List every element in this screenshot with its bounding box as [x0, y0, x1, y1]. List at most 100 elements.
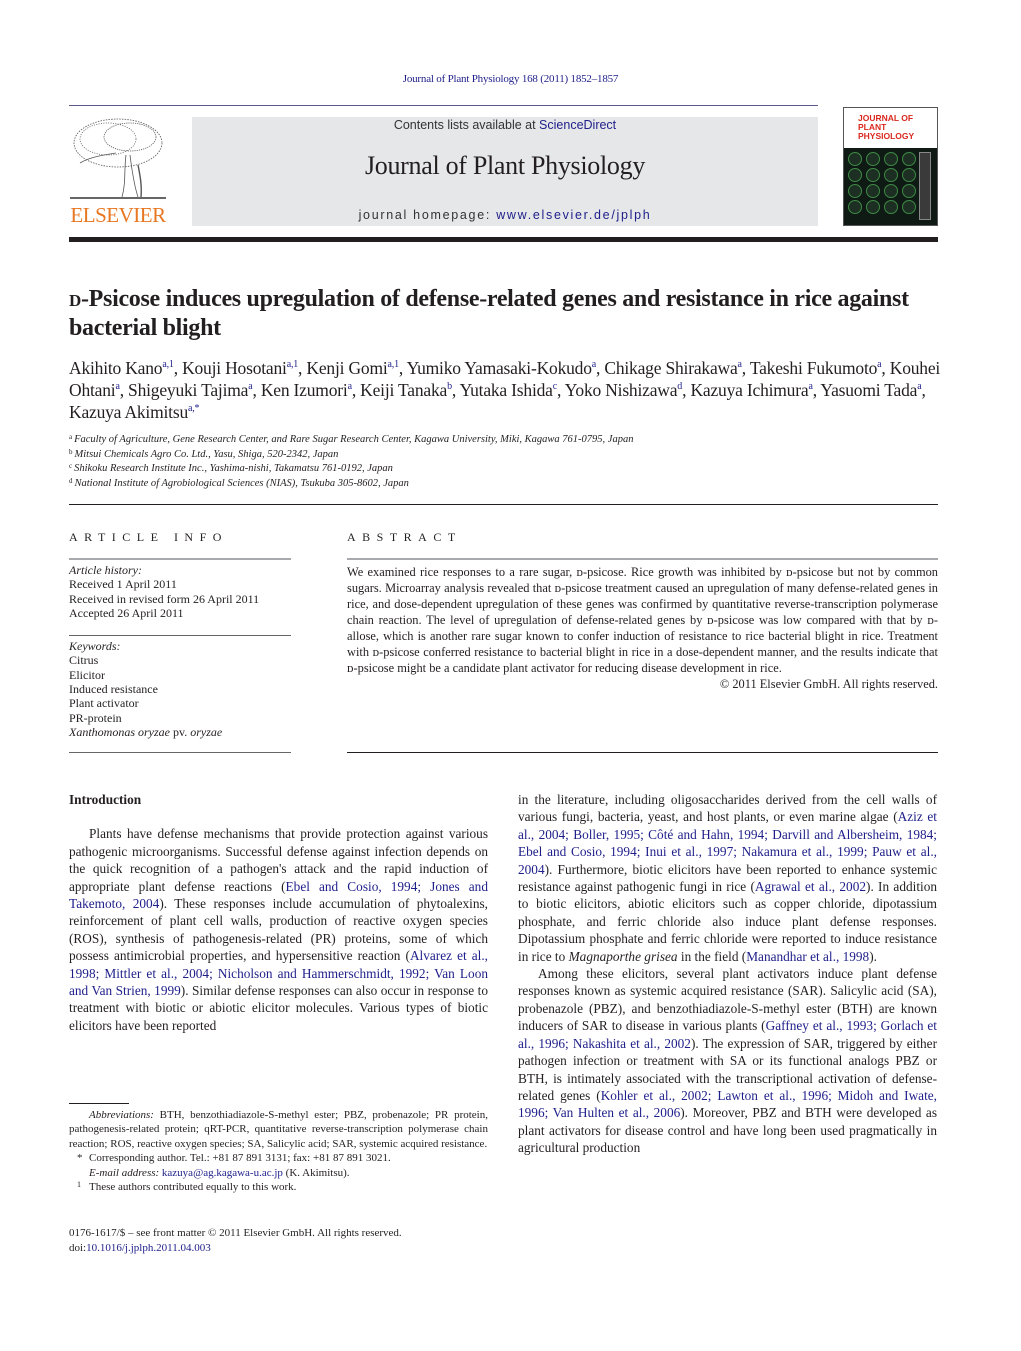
cover-well: [866, 200, 880, 214]
running-head[interactable]: Journal of Plant Physiology 168 (2011) 1…: [0, 73, 1021, 85]
footnote-equal-contribution: 1 These authors contributed equally to th…: [69, 1180, 488, 1194]
author-affiliation-mark[interactable]: a: [115, 381, 119, 392]
body-paragraph: Among these elicitors, several plant act…: [518, 965, 937, 1156]
author-name[interactable]: Yasuomi Tada: [820, 380, 917, 400]
cover-well: [866, 184, 880, 198]
elsevier-logo[interactable]: ELSEVIER: [68, 115, 168, 228]
article-history-label: Article history:: [69, 563, 142, 577]
cover-well: [884, 200, 898, 214]
affiliation: b Mitsui Chemicals Agro Co. Ltd., Yasu, S…: [69, 448, 939, 463]
cover-well: [884, 184, 898, 198]
author-affiliation-mark[interactable]: a: [348, 381, 352, 392]
author-name[interactable]: Shigeyuki Tajima: [128, 380, 248, 400]
section-divider: [69, 504, 938, 505]
issn-line: 0176-1617/$ – see front matter © 2011 El…: [69, 1227, 402, 1239]
article-info: ARTICLE INFO Article history: Received 1…: [69, 530, 291, 754]
doi-link[interactable]: 10.1016/j.jplph.2011.04.003: [86, 1242, 211, 1254]
cover-title: JOURNAL OF PLANT PHYSIOLOGY: [858, 113, 915, 141]
title-text: -Psicose induces upregulation of defense…: [69, 286, 909, 341]
homepage-line: journal homepage: www.elsevier.de/jplph: [192, 208, 818, 222]
keyword: Elicitor: [69, 667, 105, 682]
keyword: Induced resistance: [69, 682, 158, 697]
footnote-mark: 1: [77, 1180, 81, 1190]
author-affiliation-mark[interactable]: a: [592, 359, 596, 370]
author-name[interactable]: Kazuya Ichimura: [690, 380, 808, 400]
body-paragraph: Plants have defense mechanisms that prov…: [69, 825, 488, 1034]
text-run: ).: [869, 948, 877, 964]
history-accepted: Accepted 26 April 2011: [69, 605, 184, 620]
email-link[interactable]: kazuya@ag.kagawa-u.ac.jp: [162, 1167, 283, 1179]
author-name[interactable]: Yumiko Yamasaki-Kokudo: [407, 358, 592, 378]
history-received: Received 1 April 2011: [69, 577, 177, 592]
affiliation-mark: a: [69, 433, 73, 441]
citation-link[interactable]: Agrawal et al., 2002: [755, 879, 866, 894]
cover-well: [902, 168, 916, 182]
homepage-prefix: journal homepage:: [358, 208, 497, 222]
footnote-rule: [69, 1103, 129, 1104]
keyword-pv: pv.: [170, 724, 191, 739]
sciencedirect-link[interactable]: ScienceDirect: [539, 118, 616, 132]
abstract: ABSTRACT We examined rice responses to a…: [347, 530, 938, 692]
author-affiliation-mark[interactable]: a,1: [287, 359, 299, 370]
issn-doi-block: 0176-1617/$ – see front matter © 2011 El…: [69, 1226, 489, 1256]
contents-line: Contents lists available at ScienceDirec…: [192, 118, 818, 132]
title-small-caps: d: [69, 286, 81, 312]
author-affiliation-mark[interactable]: a,1: [388, 359, 400, 370]
citation-link[interactable]: Manandhar et al., 1998: [746, 949, 869, 964]
author-affiliation-mark[interactable]: a: [808, 381, 812, 392]
divider: [69, 752, 291, 754]
journal-name: Journal of Plant Physiology: [364, 151, 646, 180]
abstract-copyright: © 2011 Elsevier GmbH. All rights reserve…: [719, 677, 938, 691]
author-name[interactable]: Kenji Gomi: [306, 358, 387, 378]
author-list: Akihito Kanoa,1, Kouji Hosotania,1, Kenj…: [69, 358, 941, 422]
author-affiliation-mark[interactable]: a: [248, 381, 252, 392]
journal-masthead: Contents lists available at ScienceDirec…: [192, 117, 818, 226]
cover-well: [848, 152, 862, 166]
text-run: in the literature, including oligosaccha…: [518, 792, 937, 825]
author-affiliation-mark[interactable]: a,*: [188, 403, 200, 414]
body-column-right: in the literature, including oligosaccha…: [518, 791, 937, 1157]
affiliation-text: Mitsui Chemicals Agro Co. Ltd., Yasu, Sh…: [74, 448, 339, 460]
history-revised: Received in revised form 26 April 2011: [69, 591, 260, 606]
elsevier-wordmark: ELSEVIER: [70, 203, 166, 227]
author-name[interactable]: Yoko Nishizawa: [565, 380, 678, 400]
affiliation-text: National Institute of Agrobiological Sci…: [74, 477, 409, 489]
author-name[interactable]: Yutaka Ishida: [460, 380, 553, 400]
keyword-pathovar: oryzae: [190, 724, 223, 739]
affiliation-mark: b: [69, 447, 73, 456]
cover-well: [902, 200, 916, 214]
author-name[interactable]: Chikage Shirakawa: [604, 358, 737, 378]
email-suffix: (K. Akimitsu).: [282, 1166, 350, 1179]
journal-cover-thumbnail[interactable]: JOURNAL OF PLANT PHYSIOLOGY: [843, 107, 938, 226]
elsevier-tree-icon: [70, 118, 166, 199]
author-name[interactable]: Akihito Kano: [69, 358, 163, 378]
email-label: E-mail address:: [89, 1166, 160, 1179]
author-affiliation-mark[interactable]: a: [738, 359, 742, 370]
author-affiliation-mark[interactable]: a: [877, 359, 881, 370]
author-name[interactable]: Keiji Tanaka: [360, 380, 447, 400]
affiliation-list: a Faculty of Agriculture, Gene Research C…: [69, 433, 939, 491]
affiliation: a Faculty of Agriculture, Gene Research C…: [69, 433, 939, 448]
author-affiliation-mark[interactable]: d: [677, 381, 682, 392]
author-name[interactable]: Kouji Hosotani: [182, 358, 287, 378]
affiliation-mark: d: [69, 476, 73, 485]
homepage-link[interactable]: www.elsevier.de/jplph: [496, 208, 651, 222]
keyword: Citrus: [69, 653, 99, 668]
cover-well: [902, 184, 916, 198]
author-affiliation-mark[interactable]: b: [447, 381, 452, 392]
header-rule: [69, 105, 818, 106]
author-name[interactable]: Kazuya Akimitsu: [69, 402, 188, 422]
author-name[interactable]: Takeshi Fukumoto: [750, 358, 878, 378]
cover-well: [848, 200, 862, 214]
keyword-species: Xanthomonas oryzae: [69, 724, 170, 739]
author-name[interactable]: Ken Izumori: [261, 380, 348, 400]
contents-prefix: Contents lists available at: [393, 118, 540, 132]
abbreviations-label: Abbreviations:: [89, 1109, 154, 1121]
section-heading-introduction: Introduction: [69, 792, 142, 807]
cover-well: [902, 152, 916, 166]
author-affiliation-mark[interactable]: a,1: [162, 359, 174, 370]
author-affiliation-mark[interactable]: c: [553, 381, 557, 392]
footnote-abbreviations: Abbreviations: BTH, benzothiadiazole-S-m…: [69, 1108, 488, 1151]
author-affiliation-mark[interactable]: a: [917, 381, 921, 392]
article-info-heading: ARTICLE INFO: [69, 530, 228, 544]
